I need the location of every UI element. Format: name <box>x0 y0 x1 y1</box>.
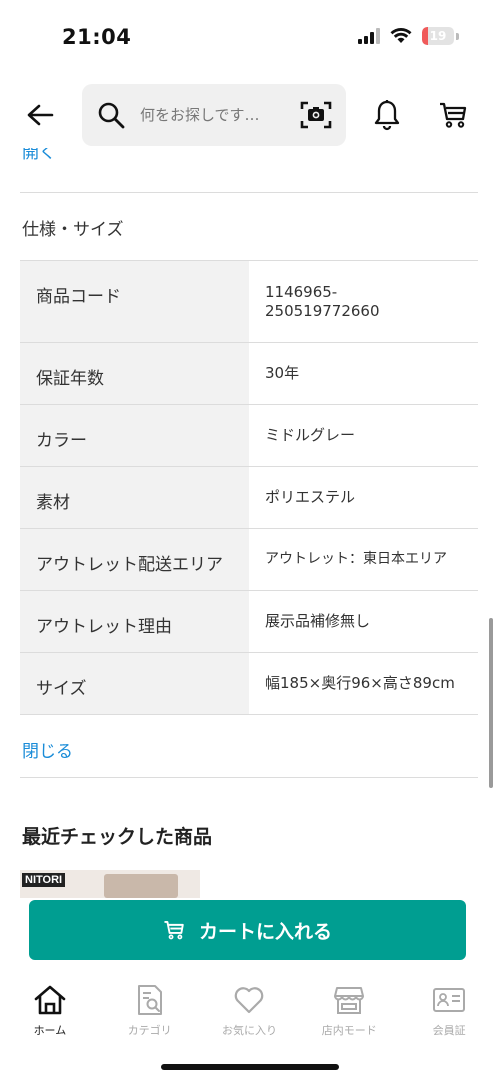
spec-value: 1146965- 250519772660 <box>265 282 380 320</box>
cart-button[interactable] <box>436 98 470 132</box>
add-to-cart-button[interactable]: カートに入れる <box>29 900 466 960</box>
nav-item-member-card[interactable]: 会員証 <box>399 976 499 1046</box>
notification-button[interactable] <box>370 98 404 132</box>
scrollbar[interactable] <box>489 618 493 788</box>
spec-row: アウトレット理由 展示品補修無し <box>20 591 478 653</box>
recent-items-title: 最近チェックした商品 <box>22 826 213 848</box>
battery-level: 19 <box>429 29 447 43</box>
battery-icon: 19 <box>422 27 459 45</box>
spec-label: カラー <box>20 405 249 466</box>
divider <box>20 777 478 778</box>
spec-value: アウトレット：東日本エリア <box>265 551 447 567</box>
home-icon <box>32 982 68 1018</box>
spec-label: アウトレット理由 <box>20 591 249 652</box>
camera-search-button[interactable] <box>300 99 332 131</box>
spec-value: 展示品補修無し <box>265 612 371 630</box>
spec-table: 商品コード 1146965- 250519772660 保証年数 30年 カラー… <box>20 260 478 715</box>
header <box>0 84 499 146</box>
camera-scan-icon <box>300 101 332 129</box>
home-indicator[interactable] <box>161 1064 339 1070</box>
nav-item-favorites[interactable]: お気に入り <box>200 976 300 1046</box>
spec-value: 幅185×奥行96×高さ89cm <box>265 674 455 692</box>
spec-row: カラー ミドルグレー <box>20 405 478 467</box>
spec-row: 商品コード 1146965- 250519772660 <box>20 261 478 343</box>
spec-label: 商品コード <box>20 261 249 342</box>
nav-label: お気に入り <box>221 1024 277 1037</box>
cart-icon <box>163 919 185 941</box>
spec-label: サイズ <box>20 653 249 714</box>
spec-section-title: 仕様・サイズ <box>22 220 124 240</box>
category-icon <box>132 982 168 1018</box>
spec-value: ミドルグレー <box>265 426 356 444</box>
status-time: 21:04 <box>62 25 132 49</box>
spec-row: アウトレット配送エリア アウトレット：東日本エリア <box>20 529 478 591</box>
arrow-left-icon <box>27 104 54 126</box>
nav-label: カテゴリ <box>127 1024 172 1037</box>
nav-label: ホーム <box>33 1024 67 1037</box>
nitori-logo: NITORI <box>22 873 66 887</box>
nav-item-home[interactable]: ホーム <box>0 976 100 1046</box>
close-link[interactable]: 閉じる <box>22 737 73 762</box>
cellular-signal-icon <box>358 28 380 44</box>
search-input[interactable] <box>140 106 290 124</box>
spec-label: 素材 <box>20 467 249 528</box>
member-card-icon <box>431 982 467 1018</box>
add-to-cart-label: カートに入れる <box>198 920 332 943</box>
spec-label: 保証年数 <box>20 343 249 404</box>
recent-item-thumbnail[interactable]: NITORI <box>20 870 200 898</box>
spec-label: アウトレット配送エリア <box>20 529 249 590</box>
wifi-icon <box>390 28 412 43</box>
search-box[interactable] <box>82 84 346 146</box>
spec-row: 素材 ポリエステル <box>20 467 478 529</box>
nav-item-category[interactable]: カテゴリ <box>100 976 200 1046</box>
nav-label: 会員証 <box>432 1024 466 1037</box>
open-link[interactable]: 開く <box>22 148 82 166</box>
product-image <box>104 874 178 898</box>
store-icon <box>331 982 367 1018</box>
bell-icon <box>374 100 400 131</box>
spec-value: ポリエステル <box>265 488 356 506</box>
nav-item-store-mode[interactable]: 店内モード <box>299 976 399 1046</box>
search-icon <box>96 100 126 130</box>
status-bar: 21:04 19 <box>0 0 499 72</box>
nav-label: 店内モード <box>321 1024 377 1037</box>
divider <box>20 192 478 193</box>
heart-icon <box>231 982 267 1018</box>
spec-row: サイズ 幅185×奥行96×高さ89cm <box>20 653 478 715</box>
status-icons: 19 <box>358 27 459 45</box>
back-button[interactable] <box>20 97 60 133</box>
spec-value: 30年 <box>265 364 300 382</box>
spec-row: 保証年数 30年 <box>20 343 478 405</box>
cart-icon <box>440 102 467 128</box>
bottom-nav: ホーム カテゴリ お気に入り 店内モード 会員証 <box>0 976 499 1046</box>
